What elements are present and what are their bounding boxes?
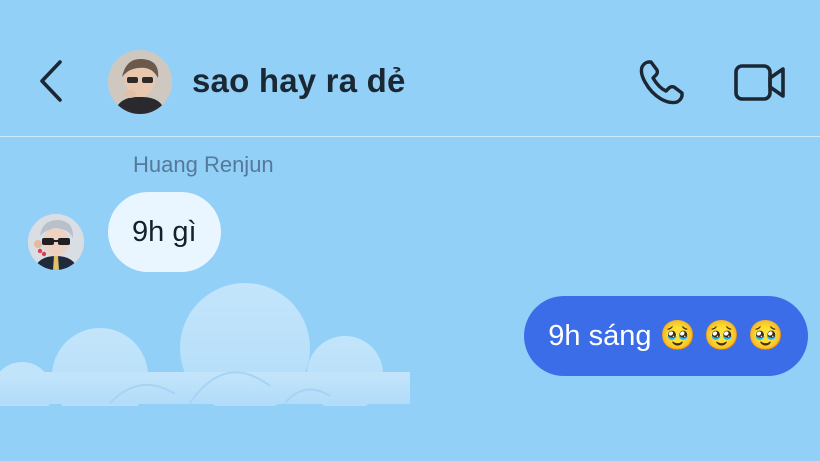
back-button[interactable] <box>30 56 74 106</box>
call-button[interactable] <box>636 56 688 108</box>
sender-name: Huang Renjun <box>133 152 274 177</box>
outgoing-message-bubble[interactable]: 9h sáng 🥹 🥹 🥹 <box>524 296 808 376</box>
chat-title[interactable]: sao hay ra dẻ <box>192 62 406 100</box>
cloud-decoration <box>0 283 410 406</box>
chevron-left-icon <box>40 60 62 102</box>
chat-header: sao hay ra dẻ <box>0 0 820 136</box>
header-divider <box>0 136 820 137</box>
sender-avatar[interactable] <box>28 214 84 270</box>
video-call-button[interactable] <box>732 58 788 106</box>
video-camera-icon <box>734 64 785 101</box>
phone-icon <box>639 60 684 105</box>
avatar-image <box>108 50 172 114</box>
header-avatar[interactable] <box>108 50 172 114</box>
avatar-image <box>28 214 84 270</box>
incoming-message-bubble[interactable]: 9h gì <box>108 192 221 272</box>
chat-screen: sao hay ra dẻ Huang Renjun 9h gì 9h sáng… <box>0 0 820 461</box>
